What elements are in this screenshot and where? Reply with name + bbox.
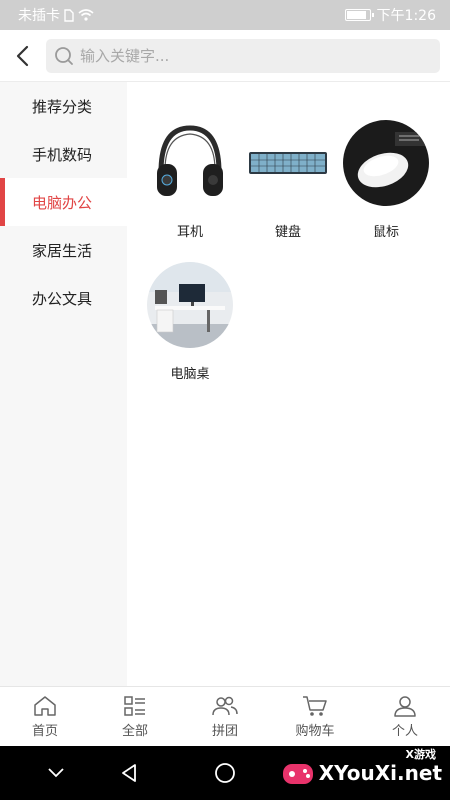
headphones-image: [147, 120, 233, 206]
search-input[interactable]: [80, 47, 420, 65]
subcategory-headphones[interactable]: 耳机: [141, 120, 239, 262]
sidebar-item-label: 手机数码: [32, 145, 93, 164]
status-left: 未插卡: [18, 5, 94, 25]
chevron-left-icon: [16, 45, 29, 66]
status-right: 下午1:26: [344, 5, 436, 25]
home-circle-icon: [215, 763, 235, 783]
category-sidebar: 推荐分类 手机数码 电脑办公 家居生活 办公文具: [0, 82, 127, 686]
sidebar-item-computer-office[interactable]: 电脑办公: [0, 178, 127, 226]
tab-profile[interactable]: 个人: [360, 687, 450, 746]
system-nav-bar: XYouXi.net X游戏: [0, 746, 450, 800]
subcategory-computer-desk[interactable]: 电脑桌: [141, 262, 239, 404]
tab-label: 全部: [121, 723, 148, 739]
carrier-text: 未插卡: [18, 8, 60, 24]
watermark-logo-icon: [282, 764, 313, 784]
tab-home[interactable]: 首页: [0, 687, 90, 746]
nav-back-button[interactable]: [114, 758, 144, 788]
sidebar-item-label: 电脑办公: [32, 193, 93, 212]
tab-label: 个人: [391, 723, 418, 739]
tab-all[interactable]: 全部: [90, 687, 180, 746]
subcategory-label: 键盘: [274, 225, 301, 240]
computer-desk-image: [147, 262, 233, 348]
mouse-image: [343, 120, 429, 206]
tab-label: 拼团: [211, 723, 238, 739]
sidebar-item-label: 推荐分类: [32, 97, 93, 116]
chevron-down-icon: [48, 768, 64, 778]
subcategory-mouse[interactable]: 鼠标: [337, 120, 435, 262]
subcategory-label: 耳机: [176, 225, 203, 240]
subcategory-label: 鼠标: [372, 225, 399, 240]
header: [0, 30, 450, 82]
watermark-small-text: X游戏: [405, 748, 436, 761]
keyboard-image: [245, 120, 331, 206]
subcategory-label: 电脑桌: [170, 367, 210, 382]
clock: 下午1:26: [376, 8, 436, 24]
sim-icon: [64, 8, 74, 22]
subcategory-panel: 耳机 键盘 鼠标 电脑桌: [127, 82, 450, 686]
sidebar-item-label: 家居生活: [32, 241, 93, 260]
home-icon: [34, 695, 56, 716]
nav-home-button[interactable]: [210, 758, 240, 788]
status-bar: 未插卡 下午1:26: [0, 0, 450, 30]
sidebar-item-home-living[interactable]: 家居生活: [0, 226, 127, 274]
group-icon: [212, 696, 238, 715]
wifi-icon: [78, 9, 94, 21]
cart-icon: [303, 695, 327, 716]
tab-label: 首页: [31, 723, 58, 739]
sidebar-item-label: 办公文具: [32, 289, 93, 308]
battery-icon: [344, 9, 374, 21]
user-icon: [394, 695, 416, 717]
watermark-text: XYouXi.net: [318, 761, 442, 785]
sidebar-item-phones-digital[interactable]: 手机数码: [0, 130, 127, 178]
nav-hide-button[interactable]: [41, 758, 71, 788]
back-button[interactable]: [0, 30, 44, 82]
battery-level-fill: [346, 11, 366, 19]
tab-label: 购物车: [295, 723, 335, 739]
sidebar-item-recommended[interactable]: 推荐分类: [0, 82, 127, 130]
back-triangle-icon: [122, 764, 136, 782]
search-box[interactable]: [46, 39, 440, 73]
tab-cart[interactable]: 购物车: [270, 687, 360, 746]
list-icon: [124, 695, 145, 716]
bottom-tab-bar: 首页 全部 拼团 购物车 个人: [0, 686, 450, 746]
sidebar-item-stationery[interactable]: 办公文具: [0, 274, 127, 322]
search-icon: [55, 47, 73, 65]
subcategory-grid: 耳机 键盘 鼠标 电脑桌: [127, 82, 450, 404]
tab-group-buy[interactable]: 拼团: [180, 687, 270, 746]
subcategory-keyboard[interactable]: 键盘: [239, 120, 337, 262]
